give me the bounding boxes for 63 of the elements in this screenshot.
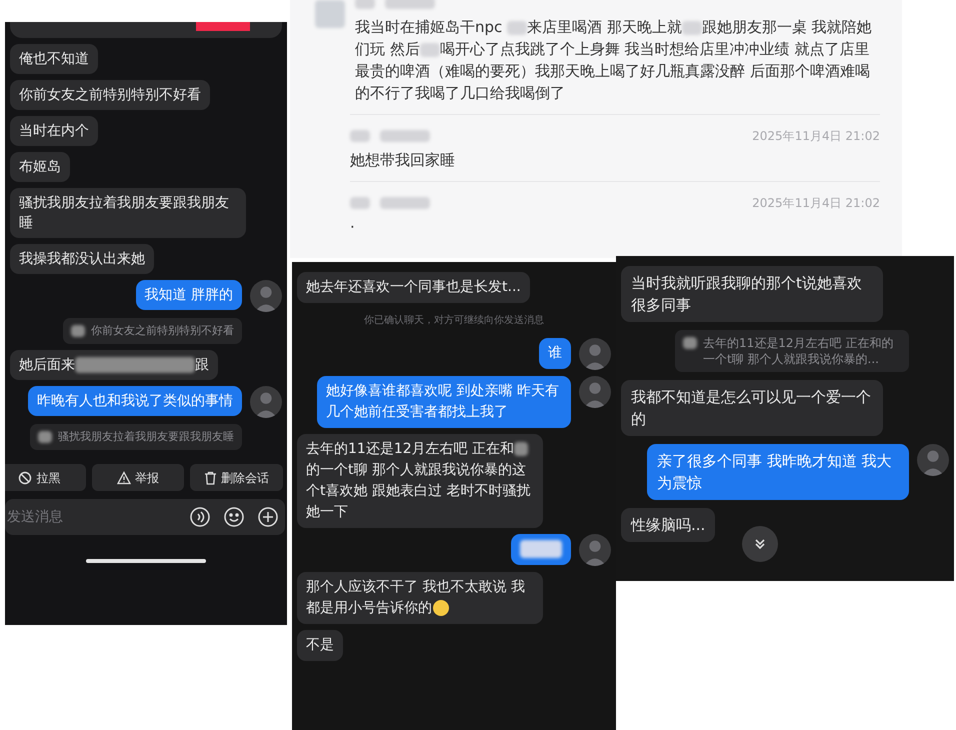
message-bubble: 俺也不知道 bbox=[10, 44, 98, 74]
redacted-block bbox=[682, 20, 702, 35]
redacted-block bbox=[38, 431, 52, 443]
message-bubble: 她好像喜谁都喜欢呢 到处亲嘴 昨天有几个她前任受害者都找上我了 bbox=[317, 376, 571, 428]
message-bubble: 性缘脑吗... bbox=[621, 508, 716, 542]
redacted-block bbox=[355, 0, 375, 9]
comment-text: 她想带我回家睡 bbox=[350, 150, 456, 171]
message-bubble: 当时我就听跟我聊的那个t说她喜欢很多同事 bbox=[621, 266, 883, 322]
plus-icon[interactable] bbox=[257, 506, 279, 528]
message-bubble: 亲了很多个同事 我昨晚才知道 我大为震惊 bbox=[647, 444, 909, 500]
message-bubble: 她去年还喜欢一个同事也是长发t... bbox=[297, 272, 530, 303]
message-bubble: 那个人应该不干了 我也不太敢说 我都是用小号告诉你的 bbox=[297, 572, 543, 624]
timestamp: 2025年11月4日 21:02 bbox=[752, 195, 880, 212]
message-input[interactable]: 发送消息 bbox=[5, 499, 177, 535]
comment-text: · bbox=[350, 217, 356, 238]
avatar[interactable] bbox=[579, 376, 611, 408]
message-bubble: 她后面来 跟 bbox=[10, 350, 218, 380]
avatar[interactable] bbox=[579, 338, 611, 370]
message-bubble: 你前女友之前特别特别不好看 bbox=[10, 80, 210, 110]
message-bubble: 我都不知道是怎么可以见一个爱一个的 bbox=[621, 380, 883, 436]
redacted-block bbox=[350, 130, 370, 142]
system-notice: 你已确认聊天，对方可继续向你发送消息 bbox=[364, 314, 544, 328]
message-bubble: 我操我都没认出来她 bbox=[10, 244, 154, 274]
message-bubble: 布姬岛 bbox=[10, 152, 70, 182]
redacted-block bbox=[420, 42, 440, 57]
warning-icon bbox=[117, 470, 131, 484]
redacted-block bbox=[380, 197, 430, 209]
message-input-bar[interactable]: 发送消息 bbox=[5, 499, 285, 535]
trash-icon bbox=[204, 470, 218, 484]
redacted-block bbox=[350, 197, 370, 209]
double-chevron-icon bbox=[753, 537, 767, 551]
redacted-block bbox=[385, 0, 435, 9]
avatar[interactable] bbox=[250, 280, 282, 312]
timestamp: 2025年11月4日 21:02 bbox=[752, 128, 880, 145]
redacted-block bbox=[315, 0, 345, 28]
redacted-block bbox=[514, 442, 528, 456]
action-button[interactable]: 拉黑 bbox=[5, 464, 86, 491]
redacted-block bbox=[71, 325, 85, 337]
redacted-block bbox=[683, 337, 697, 349]
message-bubble: 不是 bbox=[297, 630, 343, 661]
quote-text: 你前女友之前特别特别不好看 bbox=[91, 323, 234, 339]
voice-icon[interactable] bbox=[189, 506, 211, 528]
avatar[interactable] bbox=[579, 534, 611, 566]
avatar[interactable] bbox=[250, 386, 282, 418]
message-bubble: 谁 bbox=[539, 338, 571, 369]
redacted-block bbox=[507, 20, 528, 35]
quote-text: 骚扰我朋友拉着我朋友要跟我朋友睡 bbox=[58, 429, 234, 445]
button-edge bbox=[196, 22, 250, 31]
action-button[interactable]: 举报 bbox=[92, 464, 184, 491]
message-bubble: 去年的11还是12月左右吧 正在和 的一个t聊 那个人就跟我说你暴的这个t喜欢她 跟她表白过 老时不时骚扰她一下 bbox=[297, 434, 543, 528]
quote-text: 去年的11还是12月左右吧 正在和的一个t聊 那个人就跟我说你暴的... bbox=[703, 335, 894, 367]
message-bubble: 昨晚有人也和我说了类似的事情 bbox=[28, 386, 242, 416]
ban-icon bbox=[18, 470, 32, 484]
scroll-down-button[interactable] bbox=[742, 526, 778, 562]
avatar[interactable] bbox=[917, 444, 949, 476]
message-bubble: 当时在内个 bbox=[10, 116, 98, 146]
message-bubble: 我知道 胖胖的 bbox=[136, 280, 242, 310]
action-button[interactable]: 删除会话 bbox=[190, 464, 284, 491]
comment-text: 我当时在捕姬岛干npc 来店里喝酒 那天晚上就 跟她朋友那一桌 我就陪她们玩 然后 喝开心了点我跳了个上身舞 我当时想给店里冲冲业绩 就点了店里最贵的啤酒（难喝的要死）我那天晚上喝了好几瓶真露没醉 后面那个啤酒难喝的不行了我喝了几口给我喝倒了 bbox=[355, 17, 873, 104]
emoji-icon[interactable] bbox=[223, 506, 245, 528]
redacted-block bbox=[380, 130, 430, 142]
message-bubble: 骚扰我朋友拉着我朋友要跟我朋友睡 bbox=[10, 188, 246, 238]
redacted-block bbox=[520, 540, 562, 558]
